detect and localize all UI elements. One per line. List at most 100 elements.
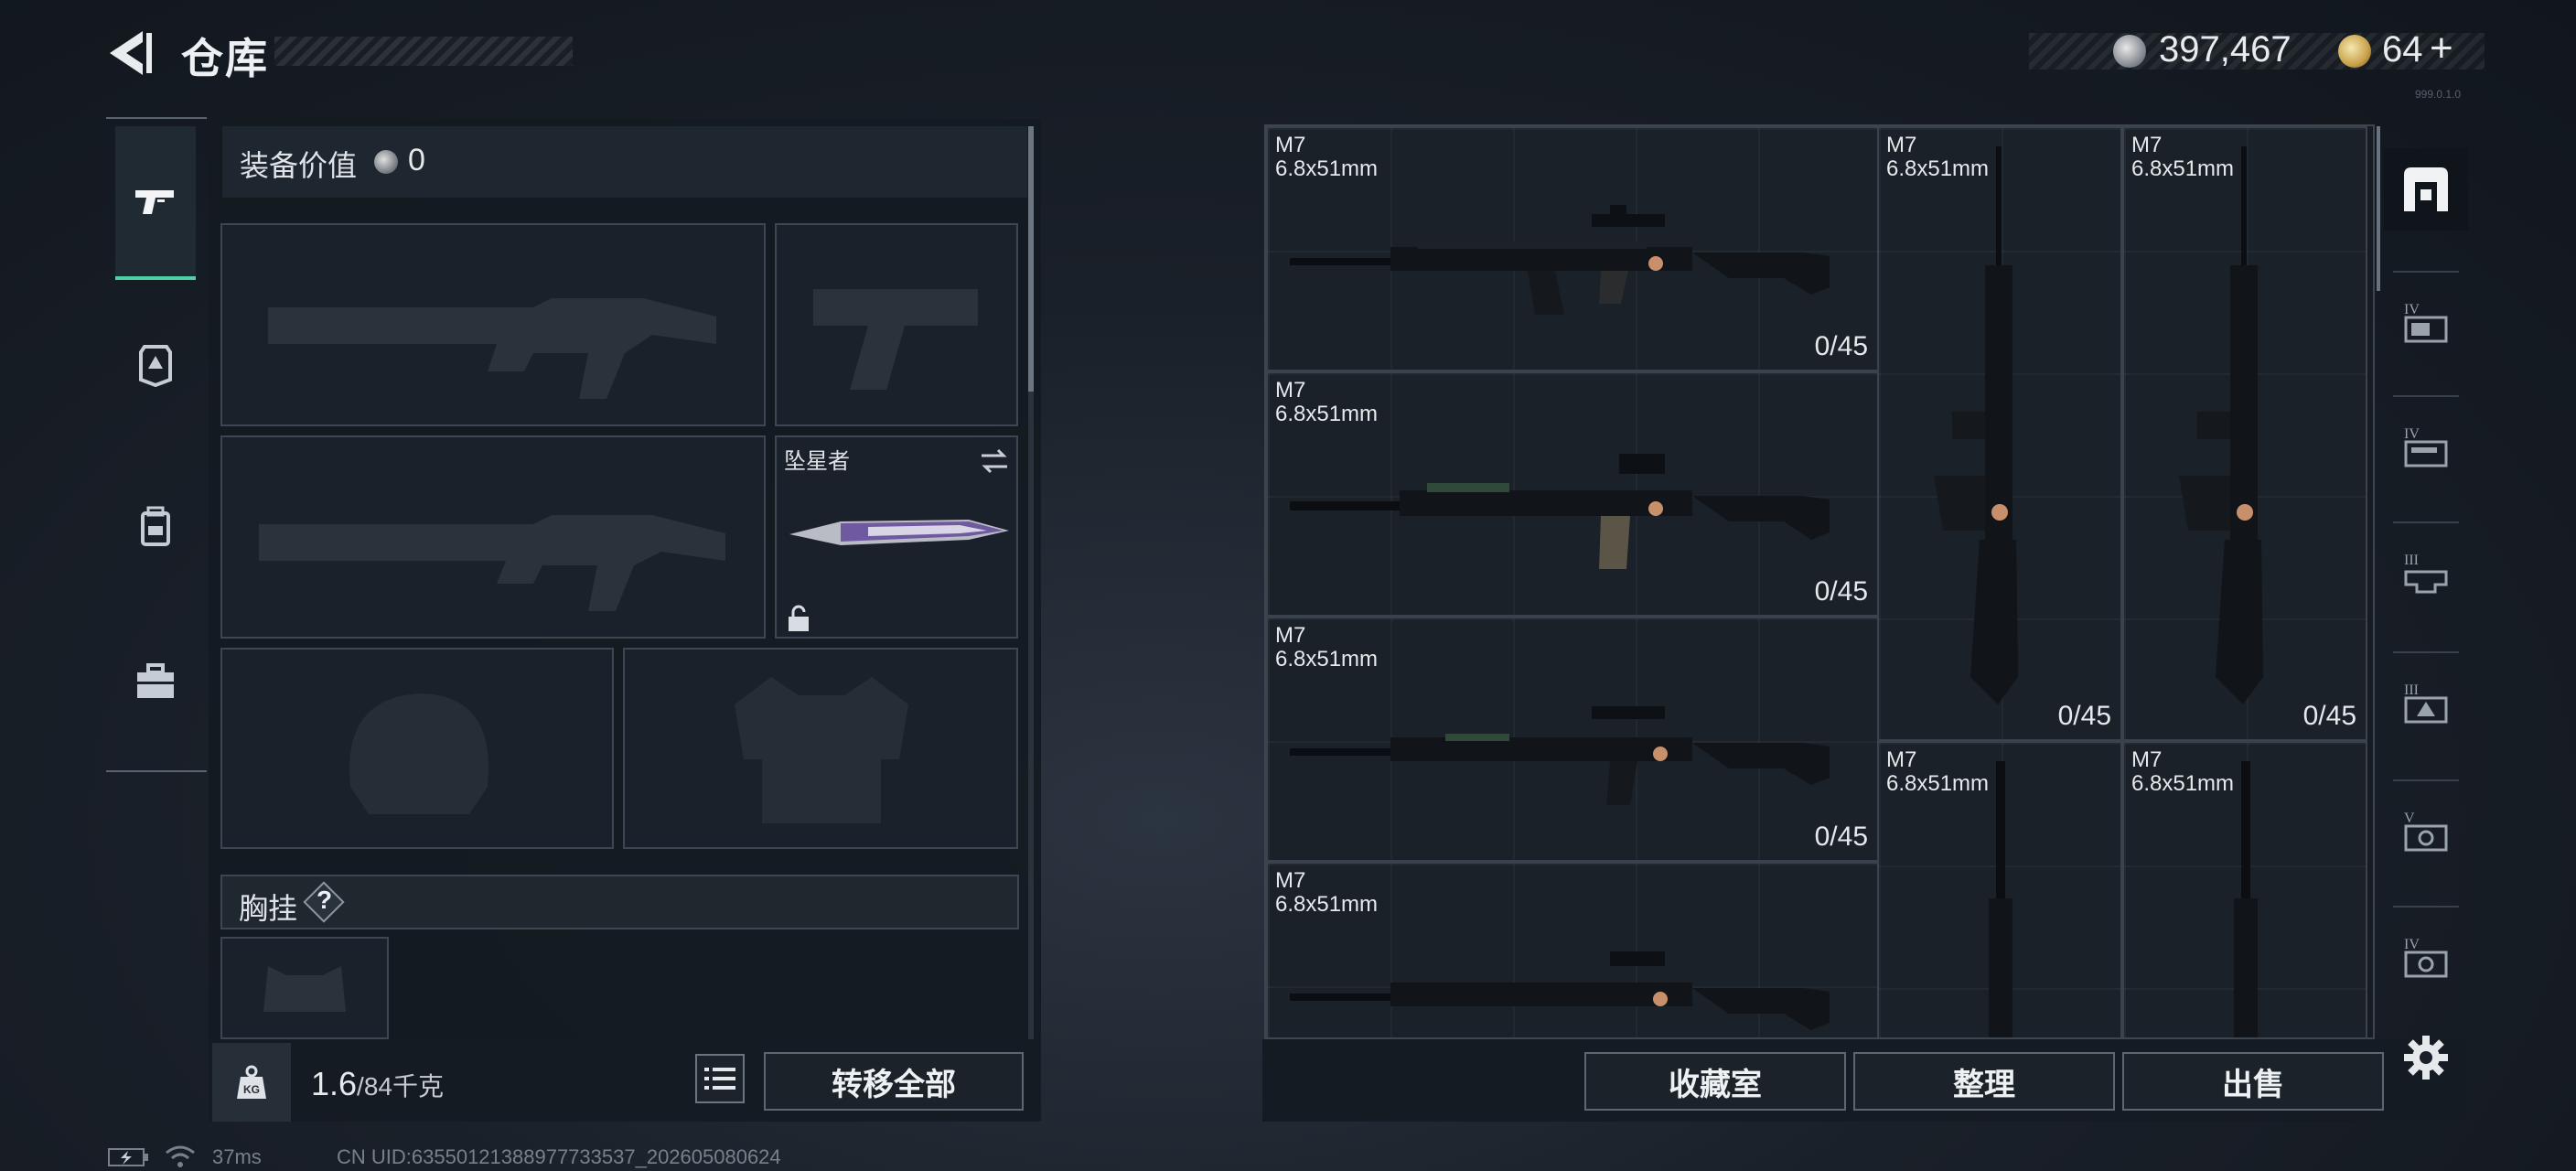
svg-text:IV: IV bbox=[2404, 937, 2420, 952]
primary-weapon-slot[interactable] bbox=[220, 223, 766, 426]
gold-currency-amount: 64 bbox=[2382, 29, 2423, 70]
weight-readout: 1.6/84千克 bbox=[311, 1065, 444, 1102]
page-title: 仓库 bbox=[181, 35, 269, 82]
tab-divider bbox=[2393, 521, 2459, 523]
backpack-icon bbox=[141, 506, 170, 546]
tab-divider bbox=[2393, 779, 2459, 781]
svg-text:III: III bbox=[2404, 553, 2419, 568]
melee-slot[interactable]: 坠星者 bbox=[775, 435, 1018, 639]
settings-gear-icon[interactable] bbox=[2402, 1034, 2450, 1081]
ammo-count: 0/45 bbox=[1814, 822, 1868, 852]
rifle-image bbox=[1290, 454, 1830, 569]
sidebar-tab-backpack[interactable] bbox=[115, 448, 196, 604]
sell-button[interactable]: 出售 bbox=[2122, 1052, 2384, 1111]
helmet-slot[interactable] bbox=[220, 648, 614, 849]
tier-iii-container-icon: III bbox=[2404, 553, 2448, 594]
chest-rig-slot[interactable] bbox=[220, 937, 389, 1039]
help-symbol: ? bbox=[317, 886, 333, 914]
all-items-icon bbox=[2404, 167, 2448, 211]
battery-icon bbox=[108, 1148, 148, 1166]
rifle-silhouette-icon bbox=[259, 515, 725, 611]
storage-grid: M7 6.8x51mm 0/45 M7 6.8x51mm 0/45 M7 6.8x51… bbox=[1264, 124, 2375, 1039]
gold-coin-icon bbox=[2338, 35, 2371, 68]
sort-button[interactable]: 整理 bbox=[1853, 1052, 2115, 1111]
svg-text:IV: IV bbox=[2404, 302, 2420, 317]
rifle-silhouette-icon bbox=[268, 298, 716, 399]
storage-item[interactable]: M7 6.8x51mm 0/45 bbox=[1877, 126, 2122, 741]
wifi-icon bbox=[166, 1145, 195, 1167]
tier-iv-container-icon: IV bbox=[2404, 426, 2448, 467]
version-label: 999.0.1.0 bbox=[2415, 88, 2462, 101]
storage-item[interactable]: M7 6.8x51mm bbox=[2122, 741, 2367, 1037]
back-arrow-icon[interactable] bbox=[102, 27, 157, 79]
transfer-all-button[interactable]: 转移全部 bbox=[764, 1052, 1024, 1111]
tier-iii-container-icon: III bbox=[2404, 682, 2448, 724]
ammo-count: 0/45 bbox=[1814, 331, 1868, 361]
storage-tab-container-6[interactable]: IV bbox=[2384, 915, 2468, 997]
ammo-count: 0/45 bbox=[1814, 576, 1868, 607]
uid-readout: CN UID:6355012138897773353​7_20260508062… bbox=[337, 1145, 781, 1168]
tab-divider bbox=[2393, 651, 2459, 653]
storage-tab-all[interactable] bbox=[2384, 148, 2468, 231]
list-icon bbox=[704, 1068, 735, 1090]
title-decoration bbox=[274, 37, 573, 66]
svg-text:KG: KG bbox=[243, 1083, 260, 1096]
storage-tab-container-1[interactable]: IV bbox=[2384, 280, 2468, 362]
rifle-image bbox=[1290, 205, 1830, 315]
tab-divider bbox=[2393, 906, 2459, 908]
tab-divider bbox=[2393, 395, 2459, 397]
svg-text:IV: IV bbox=[2404, 426, 2420, 442]
ping-readout: 37ms bbox=[212, 1145, 262, 1168]
rifle-image bbox=[2179, 146, 2263, 704]
body-armor-slot[interactable] bbox=[623, 648, 1018, 849]
ammo-count: 0/45 bbox=[2057, 701, 2111, 731]
helmet-silhouette-icon bbox=[349, 693, 489, 814]
kg-weight-icon: KG bbox=[237, 1065, 266, 1099]
sidebar-tab-armor[interactable] bbox=[115, 285, 196, 441]
vest-silhouette-icon bbox=[735, 677, 908, 823]
silver-coin-icon bbox=[2113, 35, 2146, 68]
melee-name: 坠星者 bbox=[784, 449, 850, 474]
chest-rig-label: 胸挂 bbox=[239, 892, 298, 925]
sidebar-tab-toolbox[interactable] bbox=[115, 604, 196, 759]
storage-item[interactable]: M7 6.8x51mm 0/45 bbox=[1266, 126, 1879, 371]
storage-item[interactable]: M7 6.8x51mm 0/45 bbox=[2122, 126, 2367, 741]
swap-icon[interactable] bbox=[978, 445, 1011, 478]
equipment-value-label: 装备价值 bbox=[240, 149, 358, 182]
add-currency-button[interactable]: + bbox=[2430, 26, 2453, 71]
weight-button[interactable]: KG bbox=[212, 1043, 291, 1122]
storage-item[interactable]: M7 6.8x51mm bbox=[1877, 741, 2122, 1037]
chest-rig-silhouette-icon bbox=[263, 966, 346, 1012]
secondary-weapon-slot[interactable] bbox=[220, 435, 766, 639]
loadout-scrollbar-thumb[interactable] bbox=[1028, 126, 1034, 392]
rifle-image bbox=[1290, 706, 1830, 805]
storage-tab-container-3[interactable]: III bbox=[2384, 531, 2468, 613]
pistol-silhouette-icon bbox=[813, 289, 978, 390]
tier-iv-container-icon: IV bbox=[2404, 937, 2448, 978]
storage-scrollbar-thumb[interactable] bbox=[2377, 126, 2380, 291]
collection-room-button[interactable]: 收藏室 bbox=[1584, 1052, 1846, 1111]
rifle-image bbox=[2234, 761, 2258, 1037]
tier-iv-container-icon: IV bbox=[2404, 302, 2448, 343]
toolbox-icon bbox=[137, 663, 174, 698]
rifle-image bbox=[1934, 146, 2018, 704]
storage-tab-container-2[interactable]: IV bbox=[2384, 404, 2468, 487]
equipment-value-amount: 0 bbox=[408, 143, 425, 177]
storage-tab-container-5[interactable]: V bbox=[2384, 789, 2468, 871]
sidebar-tab-weapons[interactable] bbox=[115, 126, 196, 280]
storage-item[interactable]: M7 6.8x51mm 0/45 bbox=[1266, 371, 1879, 617]
lock-icon bbox=[789, 605, 809, 631]
sidebar-top-divider bbox=[106, 117, 207, 119]
tab-divider bbox=[2393, 271, 2459, 273]
sidearm-slot[interactable] bbox=[775, 223, 1018, 426]
sidebar-bottom-divider bbox=[106, 770, 207, 772]
storage-item[interactable]: M7 6.8x51mm 0/45 bbox=[1266, 617, 1879, 862]
tier-v-container-icon: V bbox=[2404, 811, 2448, 852]
svg-text:V: V bbox=[2404, 811, 2415, 826]
storage-tab-container-4[interactable]: III bbox=[2384, 661, 2468, 743]
storage-item[interactable]: M7 6.8x51mm bbox=[1266, 862, 1879, 1037]
list-view-button[interactable] bbox=[695, 1054, 745, 1103]
knife-image bbox=[789, 520, 1009, 545]
pistol-icon bbox=[135, 190, 174, 214]
ammo-count: 0/45 bbox=[2302, 701, 2356, 731]
